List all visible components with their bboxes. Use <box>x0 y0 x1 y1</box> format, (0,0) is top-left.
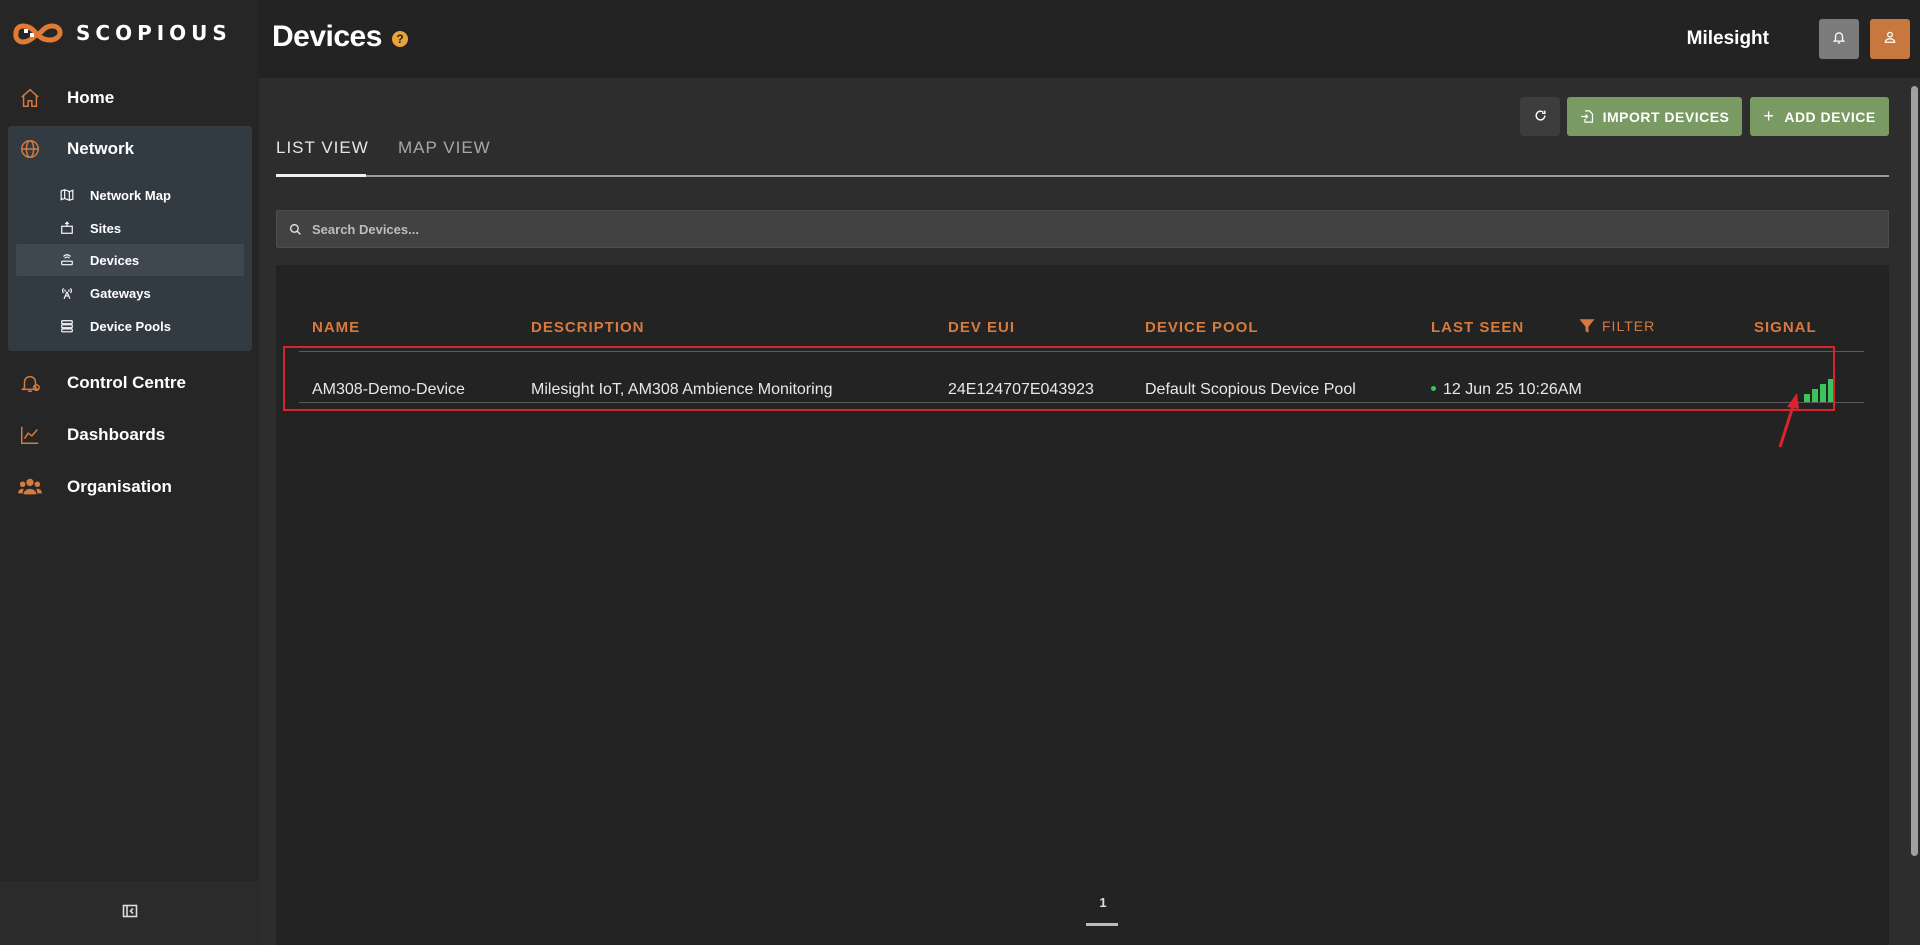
sidebar-subitem-gateways[interactable]: Gateways <box>16 277 244 309</box>
column-header-device-pool[interactable]: DEVICE POOL <box>1145 319 1259 336</box>
sidebar-item-control-centre[interactable]: Control Centre <box>8 358 252 408</box>
users-icon <box>18 475 42 499</box>
search-icon <box>289 223 302 236</box>
home-icon <box>18 86 42 110</box>
sidebar-subitem-devices[interactable]: Devices <box>16 244 244 276</box>
stack-icon <box>58 319 76 333</box>
sidebar-item-label: Control Centre <box>67 373 186 392</box>
active-tab-indicator <box>276 174 366 177</box>
scrollbar[interactable] <box>1908 78 1920 945</box>
sidebar-subitem-label: Gateways <box>90 285 151 301</box>
pagination-page-1[interactable]: 1 <box>1086 895 1120 910</box>
sidebar-item-organisation[interactable]: Organisation <box>8 462 252 512</box>
user-menu-button[interactable] <box>1870 19 1910 59</box>
sidebar-item-label: Network <box>67 139 135 158</box>
sidebar-subitem-label: Device Pools <box>90 318 171 334</box>
antenna-icon <box>58 286 76 300</box>
column-header-signal[interactable]: SIGNAL <box>1754 319 1817 336</box>
filter-label: FILTER <box>1602 318 1656 334</box>
refresh-button[interactable] <box>1520 97 1560 136</box>
line-chart-icon <box>18 423 42 447</box>
sidebar-subitem-network-map[interactable]: Network Map <box>16 179 244 211</box>
add-device-button[interactable]: + ADD DEVICE <box>1750 97 1889 136</box>
sidebar-item-label: Organisation <box>67 477 172 496</box>
pagination-active-indicator <box>1086 923 1118 926</box>
annotation-arrow <box>1778 393 1799 448</box>
scopious-logo-icon <box>13 23 63 45</box>
sidebar-item-label: Home <box>67 88 115 107</box>
sidebar-subitem-label: Sites <box>90 220 122 236</box>
sites-icon <box>58 221 76 235</box>
column-header-dev-eui[interactable]: DEV EUI <box>948 319 1015 336</box>
main-content: IMPORT DEVICES + ADD DEVICE LIST VIEW MA… <box>259 78 1908 945</box>
sidebar-subitem-label: Devices <box>90 252 140 268</box>
header: Devices ? Milesight <box>259 0 1920 78</box>
sidebar-item-network[interactable]: Network <box>8 124 252 174</box>
sidebar-item-dashboards[interactable]: Dashboards <box>8 410 252 460</box>
page-title: Devices <box>272 20 382 53</box>
search-bar <box>276 210 1889 248</box>
file-import-icon <box>1580 109 1595 124</box>
router-icon <box>58 253 76 267</box>
devices-table: NAME DESCRIPTION DEV EUI DEVICE POOL LAS… <box>276 265 1889 945</box>
notifications-button[interactable] <box>1819 19 1859 59</box>
app-logo[interactable]: SCOPIOUS <box>10 16 232 50</box>
column-header-last-seen[interactable]: LAST SEEN <box>1431 319 1524 336</box>
globe-icon <box>18 137 42 161</box>
import-devices-button[interactable]: IMPORT DEVICES <box>1567 97 1742 136</box>
app-name: SCOPIOUS <box>76 21 232 45</box>
column-header-description[interactable]: DESCRIPTION <box>531 319 645 336</box>
map-icon <box>58 188 76 202</box>
tab-divider <box>276 175 1889 177</box>
sidebar-subitem-device-pools[interactable]: Device Pools <box>16 310 244 342</box>
sidebar-footer <box>0 881 259 945</box>
refresh-icon <box>1534 109 1547 125</box>
import-devices-label: IMPORT DEVICES <box>1602 108 1730 125</box>
sidebar: SCOPIOUS Home Network Network Map Sites … <box>0 0 259 945</box>
highlight-box <box>283 346 1835 411</box>
sidebar-subitem-sites[interactable]: Sites <box>16 212 244 244</box>
sidebar-item-label: Dashboards <box>67 425 166 444</box>
filter-icon <box>1578 317 1596 335</box>
organisation-name: Milesight <box>1686 28 1769 49</box>
sidebar-item-home[interactable]: Home <box>8 73 252 123</box>
bell-icon <box>1832 30 1846 49</box>
add-device-label: ADD DEVICE <box>1784 108 1876 125</box>
bell-gear-icon <box>18 371 42 395</box>
column-header-name[interactable]: NAME <box>312 319 360 336</box>
tab-list-view[interactable]: LIST VIEW <box>276 138 369 178</box>
user-icon <box>1883 30 1897 49</box>
filter-button[interactable]: FILTER <box>1578 317 1655 335</box>
sidebar-subitem-label: Network Map <box>90 187 171 203</box>
search-input[interactable] <box>312 221 1812 237</box>
plus-icon: + <box>1763 106 1775 126</box>
help-icon[interactable]: ? <box>392 31 408 47</box>
tab-map-view[interactable]: MAP VIEW <box>398 138 491 178</box>
scrollbar-thumb[interactable] <box>1911 86 1918 856</box>
collapse-sidebar-icon[interactable] <box>122 903 138 924</box>
